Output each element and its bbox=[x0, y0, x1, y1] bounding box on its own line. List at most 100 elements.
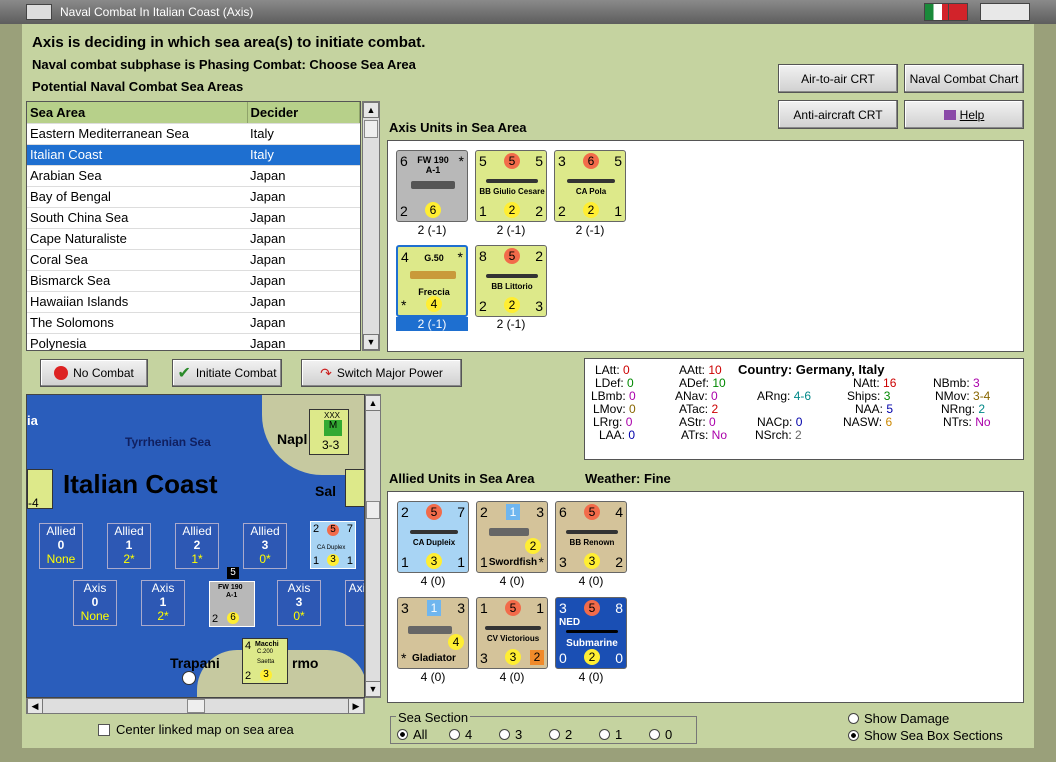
axis-sea-box-0[interactable]: Axis 0 None bbox=[73, 580, 117, 626]
unit-name: Gladiator bbox=[412, 653, 456, 664]
unit-counter-swordfish[interactable]: 2 1 3 2 1 Swordfish * bbox=[476, 501, 548, 573]
map-unit-counter-ca-duplex[interactable]: 2 5 7 CA Duplex 1 3 1 bbox=[310, 521, 356, 569]
radio-icon[interactable] bbox=[649, 729, 660, 740]
help-button[interactable]: Help bbox=[904, 100, 1024, 129]
radio-all[interactable]: All bbox=[397, 727, 427, 742]
unit-counter-submarine[interactable]: 3 5 8 NED Submarine 0 2 0 bbox=[555, 597, 627, 669]
map-unit-counter-macchi[interactable]: 4 Macchi C.200 Saetta 2 3 bbox=[242, 638, 288, 684]
radio-icon[interactable] bbox=[449, 729, 460, 740]
radio-selected-icon[interactable] bbox=[397, 729, 408, 740]
radio-2[interactable]: 2 bbox=[549, 727, 572, 742]
table-row[interactable]: Bismarck Sea Japan bbox=[27, 270, 360, 292]
table-row[interactable]: Arabian Sea Japan bbox=[27, 165, 360, 187]
scroll-up-icon[interactable]: ▲ bbox=[365, 395, 381, 411]
scroll-up-icon[interactable]: ▲ bbox=[363, 102, 379, 118]
stat-circle: 2 bbox=[583, 202, 599, 218]
scroll-left-icon[interactable]: ◀ bbox=[27, 698, 43, 714]
table-row[interactable]: Polynesia Japan bbox=[27, 333, 360, 350]
scroll-thumb[interactable] bbox=[187, 699, 205, 713]
scroll-thumb[interactable] bbox=[364, 120, 378, 138]
scroll-down-icon[interactable]: ▼ bbox=[363, 334, 379, 350]
map-unit-counter-fw190[interactable]: FW 190 A-1 2 6 bbox=[209, 581, 255, 627]
show-damage-radio[interactable]: Show Damage bbox=[848, 711, 949, 726]
linked-map[interactable]: Tyrrhenian Sea Napl Sal Trapani rmo ia I… bbox=[26, 394, 365, 698]
unit-counter-bb-littorio[interactable]: 8 5 2 BB Littorio 2 2 3 bbox=[475, 245, 547, 317]
initiate-combat-button[interactable]: ✔ Initiate Combat bbox=[172, 359, 282, 387]
stat-nsrch: NSrch: 2 bbox=[755, 428, 802, 442]
table-row[interactable]: Coral Sea Japan bbox=[27, 249, 360, 271]
axis-sea-box-4[interactable]: Axis bbox=[345, 580, 364, 626]
cell: Coral Sea bbox=[27, 249, 247, 271]
naval-combat-chart-button[interactable]: Naval Combat Chart bbox=[904, 64, 1024, 93]
axis-sea-box-3[interactable]: Axis 3 0* bbox=[277, 580, 321, 626]
unit-counter-g50-freccia[interactable]: 4 G.50 * Freccia * 4 bbox=[396, 245, 468, 317]
window-menu-button[interactable] bbox=[26, 4, 52, 20]
unit-counter-ca-dupleix[interactable]: 2 5 7 CA Dupleix 1 3 1 bbox=[397, 501, 469, 573]
unit-counter-gladiator[interactable]: 3 1 3 4 * Gladiator bbox=[397, 597, 469, 669]
column-sea-area[interactable]: Sea Area bbox=[27, 102, 248, 124]
unit-counter-ca-pola[interactable]: 3 6 5 CA Pola 2 2 1 bbox=[554, 150, 626, 222]
unit-counter-bb-renown[interactable]: 6 5 4 BB Renown 3 3 2 bbox=[555, 501, 627, 573]
no-combat-button[interactable]: No Combat bbox=[40, 359, 148, 387]
unit-footer: 2 (-1) bbox=[496, 223, 526, 237]
radio-1[interactable]: 1 bbox=[599, 727, 622, 742]
radio-icon[interactable] bbox=[549, 729, 560, 740]
unit-counter-bb-giulio-cesare[interactable]: 5 5 5 BB Giulio Cesare 1 2 2 bbox=[475, 150, 547, 222]
radio-0[interactable]: 0 bbox=[649, 727, 672, 742]
table-row[interactable]: Bay of Bengal Japan bbox=[27, 186, 360, 208]
map-sea-label: Tyrrhenian Sea bbox=[125, 435, 211, 449]
column-decider[interactable]: Decider bbox=[247, 102, 360, 124]
allied-units-title: Allied Units in Sea Area bbox=[389, 471, 535, 486]
radio-3[interactable]: 3 bbox=[499, 727, 522, 742]
checkbox-box[interactable] bbox=[98, 723, 110, 736]
scroll-right-icon[interactable]: ▶ bbox=[348, 698, 364, 714]
table-scrollbar[interactable]: ▲ ▼ bbox=[362, 101, 380, 351]
scroll-thumb[interactable] bbox=[366, 501, 380, 519]
unit-name: CA Dupleix bbox=[412, 538, 456, 547]
table-row-selected[interactable]: Italian Coast Italy bbox=[27, 144, 360, 166]
allied-sea-box-1[interactable]: Allied 1 2* bbox=[107, 523, 151, 569]
allied-sea-box-2[interactable]: Allied 2 1* bbox=[175, 523, 219, 569]
unit-counter-cv-victorious[interactable]: 1 5 1 CV Victorious 3 3 2 bbox=[476, 597, 548, 669]
stat-ships: Ships: 3 bbox=[847, 389, 891, 403]
map-city-label: rmo bbox=[292, 655, 319, 671]
show-sea-box-sections-radio[interactable]: Show Sea Box Sections bbox=[848, 728, 1003, 743]
stat-nbmb: NBmb: 3 bbox=[933, 376, 980, 390]
unit-name: Submarine bbox=[566, 638, 618, 649]
map-hscroll[interactable]: ◀ ▶ bbox=[26, 698, 365, 714]
map-unit-counter[interactable]: -4 bbox=[27, 469, 53, 510]
stat-circle: 2 bbox=[504, 202, 520, 218]
infantry-icon: M bbox=[324, 420, 342, 436]
aircraft-silhouette-icon bbox=[410, 271, 456, 279]
table-row[interactable]: Hawaiian Islands Japan bbox=[27, 291, 360, 313]
radio-icon[interactable] bbox=[499, 729, 510, 740]
switch-major-power-button[interactable]: ↷ Switch Major Power bbox=[301, 359, 462, 387]
unit-strength: 3-3 bbox=[322, 438, 340, 452]
axis-sea-box-1[interactable]: Axis 1 2* bbox=[141, 580, 185, 626]
scroll-down-icon[interactable]: ▼ bbox=[365, 681, 381, 697]
map-unit-counter-xxx[interactable]: XXX M 3-3 bbox=[309, 409, 349, 455]
radio-icon[interactable] bbox=[599, 729, 610, 740]
title-bar[interactable]: Naval Combat In Italian Coast (Axis) bbox=[0, 0, 1056, 24]
air-to-air-crt-button[interactable]: Air-to-air CRT bbox=[778, 64, 898, 93]
box-number: 3 bbox=[295, 595, 303, 609]
allied-sea-box-3[interactable]: Allied 3 0* bbox=[243, 523, 287, 569]
window-title: Naval Combat In Italian Coast (Axis) bbox=[60, 5, 254, 19]
table-row[interactable]: The Solomons Japan bbox=[27, 312, 360, 334]
allied-sea-box-0[interactable]: Allied 0 None bbox=[39, 523, 83, 569]
close-button[interactable] bbox=[980, 3, 1030, 21]
center-linked-map-checkbox[interactable]: Center linked map on sea area bbox=[98, 722, 294, 737]
submarine-silhouette-icon bbox=[566, 630, 618, 633]
map-vscroll[interactable]: ▲ ▼ bbox=[365, 394, 381, 698]
radio-selected-icon[interactable] bbox=[848, 730, 859, 741]
anti-aircraft-crt-button[interactable]: Anti-aircraft CRT bbox=[778, 100, 898, 129]
unit-counter-fw190[interactable]: 6 FW 190 A-1 * 2 6 bbox=[396, 150, 468, 222]
table-row[interactable]: Eastern Mediterranean Sea Italy bbox=[27, 123, 360, 145]
table-row[interactable]: Cape Naturaliste Japan bbox=[27, 228, 360, 250]
table-row[interactable]: South China Sea Japan bbox=[27, 207, 360, 229]
radio-icon[interactable] bbox=[848, 713, 859, 724]
radio-4[interactable]: 4 bbox=[449, 727, 472, 742]
box-number: 0 bbox=[91, 595, 99, 609]
map-unit-counter[interactable] bbox=[345, 469, 364, 507]
stat-lrg: LRrg: 0 bbox=[593, 415, 633, 429]
